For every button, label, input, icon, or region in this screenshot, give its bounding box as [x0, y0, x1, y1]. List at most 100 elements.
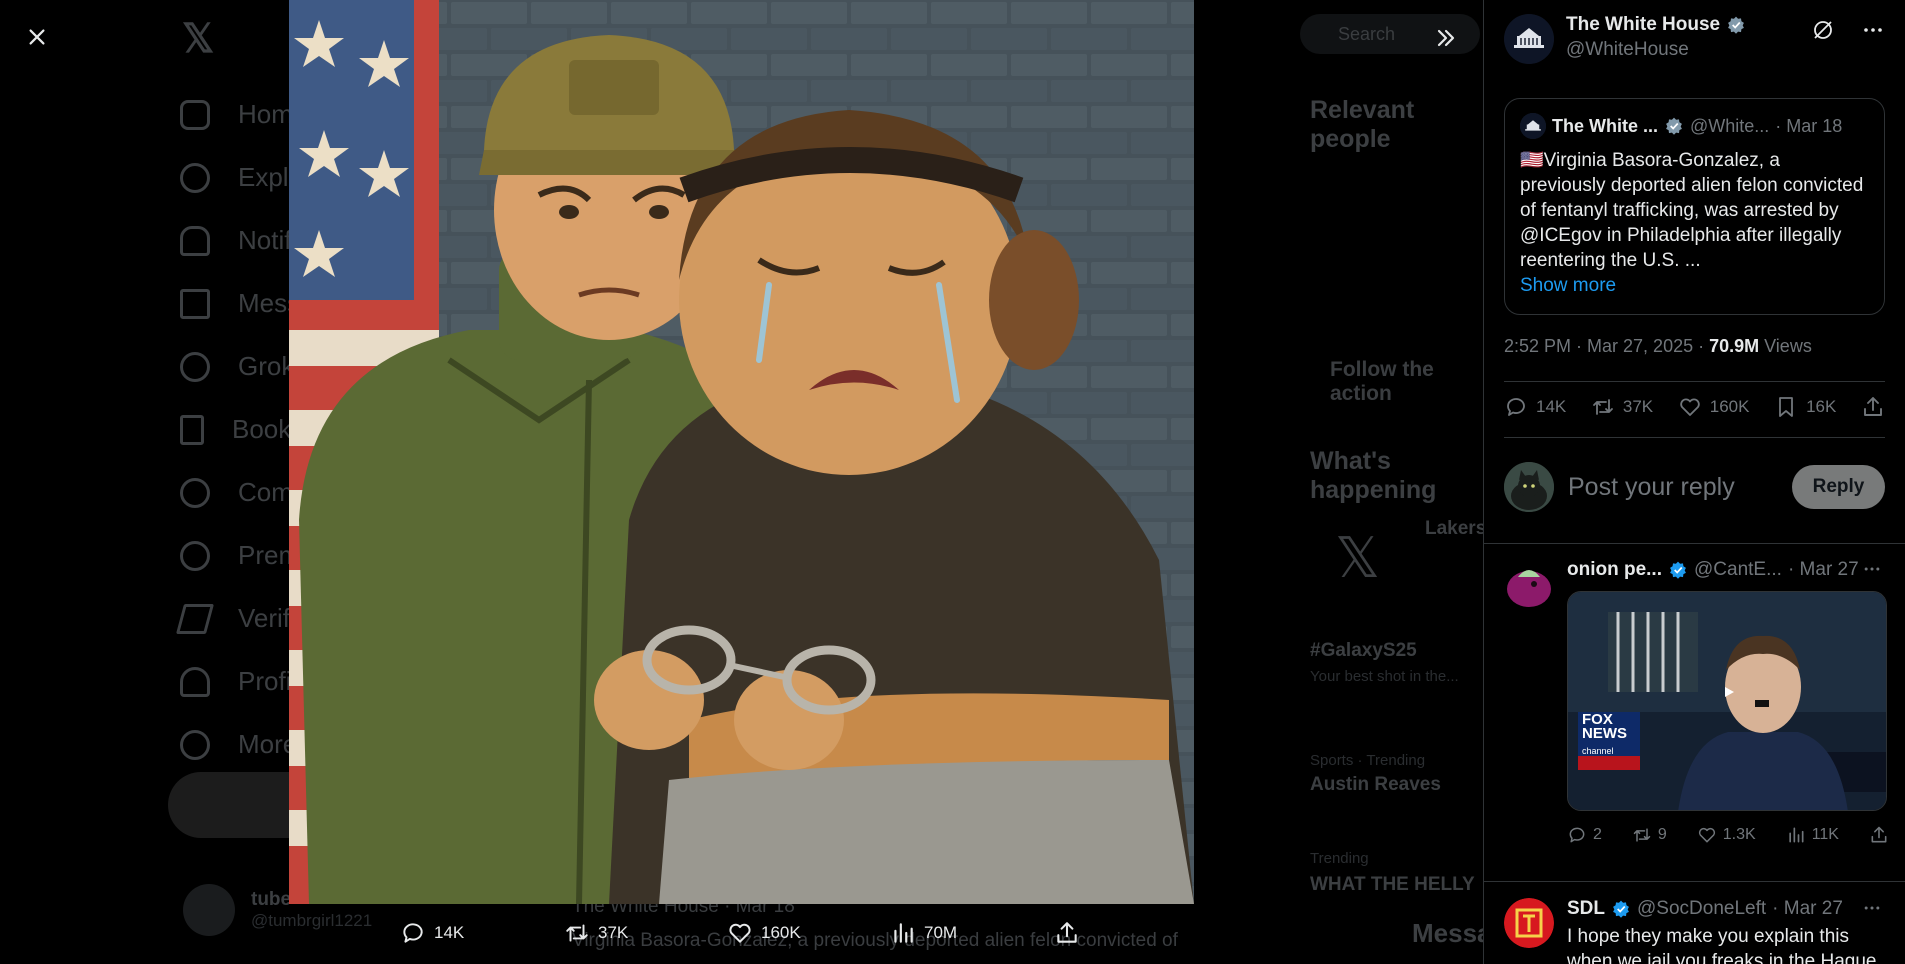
reply-author-name[interactable]: onion pe...	[1567, 559, 1662, 581]
media-image[interactable]	[289, 0, 1194, 904]
whats-happening-heading: What's happening	[1310, 447, 1437, 504]
reply-icon	[1507, 398, 1525, 416]
bookmark-icon	[180, 414, 204, 445]
background-post-text: Virginia Basora-Gonzalez, a previously d…	[572, 930, 1178, 951]
lightning-icon	[175, 603, 215, 634]
media-views-count: 70M	[924, 923, 958, 942]
premium-icon	[180, 540, 210, 571]
more-icon	[1864, 567, 1880, 571]
trend-title: #GalaxyS25	[1310, 640, 1417, 661]
share-icon	[1057, 922, 1077, 943]
reply-post[interactable]: onion pe... @CantE... · Mar 27 FOX NEWS …	[1504, 559, 1894, 869]
share-button[interactable]	[1861, 395, 1885, 419]
follow-text: Follow the action	[1330, 358, 1434, 405]
reply-button[interactable]: 2	[1567, 825, 1602, 845]
reply-date[interactable]: · Mar 27	[1788, 559, 1859, 581]
trend-subtitle: Trending	[1310, 850, 1369, 867]
reply-post[interactable]: SDL @SocDoneLeft · Mar 27 I hope they ma…	[1504, 898, 1894, 964]
author-handle[interactable]: @WhiteHouse	[1566, 39, 1746, 61]
like-button[interactable]: 1.3K	[1697, 825, 1756, 845]
divider	[1484, 881, 1905, 882]
views-chart-icon	[1789, 827, 1804, 843]
quoted-author-handle: @White...	[1690, 115, 1770, 136]
retweet-button[interactable]: 37K	[1591, 395, 1653, 419]
reply-date[interactable]: · Mar 27	[1772, 898, 1843, 920]
reply-submit-button[interactable]: Reply	[1792, 465, 1885, 509]
avatar	[1504, 462, 1554, 512]
views-button[interactable]: 11K	[1786, 825, 1839, 845]
reply-count: 2	[1593, 826, 1602, 843]
expand-panel-button[interactable]	[1426, 18, 1466, 58]
trend-subtitle: Sports · Trending	[1310, 752, 1426, 769]
media-retweet-button[interactable]: 37K	[564, 920, 628, 946]
reply-author-handle[interactable]: @CantE...	[1694, 559, 1782, 581]
reply-media-thumbnail[interactable]: FOX NEWS channel	[1567, 591, 1887, 811]
trend-title: Austin Reaves	[1310, 774, 1441, 795]
media-views-button[interactable]: 70M	[890, 920, 957, 946]
x-logo-icon: 𝕏	[1335, 526, 1381, 589]
cat-avatar-icon	[1504, 462, 1554, 512]
reply-author-handle[interactable]: @SocDoneLeft	[1637, 898, 1766, 920]
avatar[interactable]	[1504, 559, 1554, 609]
verified-badge-icon	[1666, 117, 1682, 135]
reply-composer: Post your reply Reply	[1504, 461, 1885, 513]
divider	[1504, 437, 1885, 438]
heart-icon	[1680, 398, 1700, 416]
share-icon	[1871, 826, 1887, 843]
share-icon	[1864, 397, 1882, 416]
post-metadata: 2:52 PM · Mar 27, 2025 · 70.9M Views	[1504, 336, 1812, 357]
bookmark-count: 16K	[1806, 397, 1837, 416]
trend-subtitle: Your best shot in the...	[1310, 668, 1459, 685]
reply-text: I hope they make you explain this when w…	[1567, 926, 1877, 964]
heart-icon	[729, 923, 751, 943]
logo-text-2: NEWS	[1582, 725, 1627, 742]
avatar[interactable]	[1504, 14, 1554, 64]
bookmark-button[interactable]: 16K	[1774, 395, 1836, 419]
share-button[interactable]	[1869, 825, 1889, 845]
like-count: 1.3K	[1722, 826, 1756, 843]
avatar	[183, 884, 235, 936]
account-handle: @tumbrgirl1221	[251, 911, 373, 930]
retweet-count: 9	[1657, 826, 1667, 843]
close-button[interactable]	[17, 17, 57, 57]
retweet-icon	[1633, 828, 1651, 842]
quoted-post[interactable]: The White ... @White... · Mar 18 🇺🇸Virgi…	[1504, 98, 1885, 315]
quoted-author-name: The White ...	[1552, 115, 1658, 136]
more-icon[interactable]	[1861, 18, 1885, 42]
play-icon[interactable]	[1720, 685, 1738, 699]
media-like-button[interactable]: 160K	[727, 920, 801, 946]
reply-count: 14K	[1536, 397, 1567, 416]
media-reply-button[interactable]: 14K	[400, 920, 464, 946]
onion-avatar-icon	[1504, 559, 1554, 609]
views-count: 11K	[1811, 826, 1839, 843]
show-more-link[interactable]: Show more	[1520, 273, 1869, 298]
reply-author-name[interactable]: SDL	[1567, 898, 1605, 920]
reply-icon	[403, 923, 423, 943]
media-share-button[interactable]	[1054, 920, 1080, 946]
reply-body: onion pe... @CantE... · Mar 27 FOX NEWS …	[1567, 559, 1889, 845]
views-chart-icon	[894, 923, 913, 943]
author-name[interactable]: The White House	[1566, 14, 1720, 36]
like-count: 160K	[1709, 397, 1750, 416]
more-button[interactable]	[1862, 559, 1882, 585]
avatar[interactable]	[1504, 898, 1554, 948]
fox-news-logo: FOX NEWS channel	[1582, 712, 1627, 758]
grok-icon[interactable]	[1811, 18, 1835, 42]
people-icon	[180, 477, 210, 508]
divider	[1504, 381, 1885, 382]
reply-button[interactable]: 14K	[1504, 395, 1566, 419]
like-button[interactable]: 160K	[1678, 395, 1750, 419]
reply-input[interactable]: Post your reply	[1568, 473, 1792, 502]
retweet-icon	[566, 924, 588, 942]
sdl-avatar-icon	[1504, 898, 1554, 948]
white-house-logo-icon	[1504, 14, 1554, 64]
views-label: Views	[1759, 336, 1812, 356]
post-timestamp[interactable]: 2:52 PM · Mar 27, 2025 ·	[1504, 336, 1709, 356]
quoted-avatar	[1520, 113, 1546, 139]
more-button[interactable]	[1862, 898, 1882, 924]
post-author-header: The White House @WhiteHouse	[1504, 14, 1746, 64]
white-house-logo-icon	[1520, 113, 1546, 139]
home-icon	[180, 99, 210, 130]
retweet-button[interactable]: 9	[1632, 825, 1667, 845]
close-icon	[29, 29, 45, 45]
